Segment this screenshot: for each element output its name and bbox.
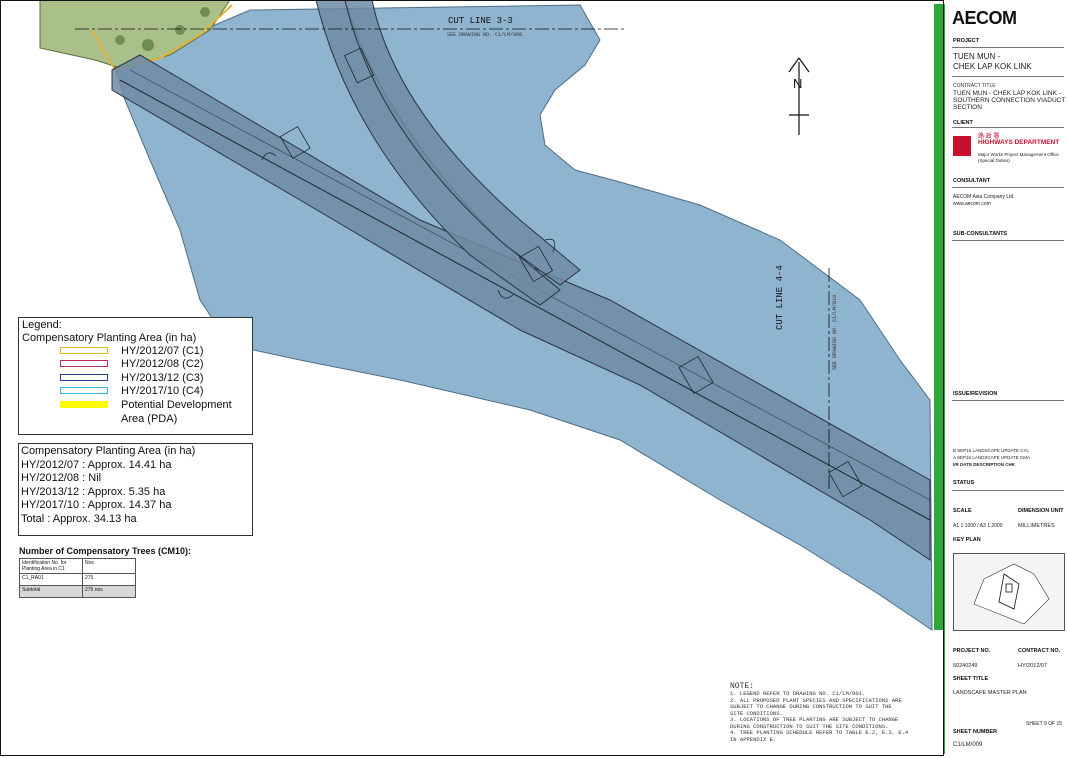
trees-title: Number of Compensatory Trees (CM10): <box>19 546 192 556</box>
title-block-green-bar <box>934 4 943 630</box>
project-no: 60240249 <box>953 663 978 669</box>
legend-item: Potential Development <box>60 399 232 412</box>
aecom-logo: AECOM <box>952 8 1017 28</box>
divider <box>952 127 1064 128</box>
table-cell: 275 <box>82 573 136 586</box>
sheet-title-label: SHEET TITLE <box>953 676 989 682</box>
keyplan-map <box>953 553 1065 631</box>
table-cell: C1_RA01 <box>19 573 83 586</box>
sheet-number-label: SHEET NUMBER <box>953 729 998 735</box>
trees-table: Identification No. for Planting Area in … <box>19 558 136 598</box>
contract-title-1: TUEN MUN - CHEK LAP KOK LINK - <box>953 90 1061 97</box>
area-summary-line: HY/2012/07 : Approx. 14.41 ha <box>21 458 172 471</box>
divider <box>952 240 1064 241</box>
legend-subtitle: Compensatory Planting Area (in ha) <box>22 332 197 344</box>
contract-no: HY/2012/07 <box>1018 663 1048 669</box>
project-label: PROJECT <box>953 38 979 44</box>
consultant-label: CONSULTANT <box>953 178 991 184</box>
area-summary-line: HY/2013/12 : Approx. 5.35 ha <box>21 485 166 498</box>
client-sub2: (Special Duties) <box>978 158 1010 163</box>
project-name-2: CHEK LAP KOK LINK <box>953 62 1032 71</box>
legend-swatch-c4 <box>60 387 108 394</box>
note-line: IN APPENDIX E. <box>730 735 777 743</box>
title-block: AECOM PROJECT TUEN MUN - CHEK LAP KOK LI… <box>948 0 1068 758</box>
status-label: STATUS <box>953 480 975 486</box>
legend-swatch-c2 <box>60 360 108 367</box>
area-summary-title: Compensatory Planting Area (in ha) <box>21 445 196 457</box>
subconsultants-label: SUB-CONSULTANTS <box>953 231 1008 237</box>
legend-item: HY/2017/10 (C4) <box>60 385 204 398</box>
issue-header: I/R DATE DESCRIPTION CHK <box>953 462 1015 467</box>
legend-title: Legend: <box>22 319 62 331</box>
client-label: CLIENT <box>953 120 973 126</box>
area-summary-box: Compensatory Planting Area (in ha) HY/20… <box>18 443 253 536</box>
dimension-value: MILLIMETRES <box>1018 523 1055 529</box>
tree-marker <box>115 35 125 45</box>
tree-marker <box>200 7 210 17</box>
table-cell: Nos <box>82 558 136 574</box>
cut-line-4-ref: SEE DRAWING NO. C1/LM/010 <box>832 294 838 370</box>
table-row: C1_RA01 275 <box>19 573 136 586</box>
sheet-number: C1/LM/009 <box>953 742 983 748</box>
contract-title-label: CONTRACT TITLE <box>953 83 996 89</box>
divider <box>952 187 1064 188</box>
cut-line-3-ref: SEE DRAWING NO. C1/LM/008 <box>447 32 523 38</box>
cut-line-3-label: CUT LINE 3-3 <box>448 16 513 26</box>
north-arrow <box>788 57 810 135</box>
issue-label: ISSUE/REVISION <box>953 391 998 397</box>
cut-line-4-label: CUT LINE 4-4 <box>775 265 785 330</box>
contract-title-3: SECTION <box>953 104 982 111</box>
legend-swatch-pda <box>60 401 108 408</box>
legend-item: HY/2012/07 (C1) <box>60 345 204 358</box>
divider <box>952 47 1064 48</box>
client-sub1: Major Works Project Management Office <box>978 152 1059 157</box>
divider <box>952 490 1064 491</box>
highways-logo <box>953 136 971 156</box>
project-no-label: PROJECT NO. <box>953 648 991 654</box>
area-summary-total: Total : Approx. 34.13 ha <box>21 512 137 525</box>
keyplan-svg <box>973 563 1050 625</box>
north-label: N <box>793 76 803 91</box>
area-summary-line: HY/2017/10 : Approx. 14.37 ha <box>21 499 172 511</box>
scale-label: SCALE <box>953 508 972 514</box>
area-summary-line: HY/2012/08 : Nil <box>21 472 102 484</box>
keyplan-label: KEY PLAN <box>953 537 981 543</box>
tree-marker <box>175 25 185 35</box>
legend-swatch-c3 <box>60 374 108 381</box>
sheet-of: SHEET 9 OF 15 <box>1026 721 1063 727</box>
client-en: HIGHWAYS DEPARTMENT <box>978 139 1060 146</box>
table-cell: Subtotal <box>19 585 83 598</box>
title-block-green-line <box>944 4 945 754</box>
scale-value: A1 1:1000 / A3 1:2000 <box>953 523 1003 529</box>
notes: NOTE: 1. LEGEND REFER TO DRAWING NO. C1/… <box>730 682 908 743</box>
project-name-1: TUEN MUN - <box>953 52 1001 61</box>
legend-swatch-c1 <box>60 347 108 354</box>
consultant-name: AECOM Asia Company Ltd. <box>953 194 1015 200</box>
divider <box>952 400 1064 401</box>
tree-marker <box>142 39 154 51</box>
table-row-subtotal: Subtotal 275 nos <box>19 585 136 598</box>
issue-row: B SEP16 LANDSCAPE UPDATE CYL <box>953 448 1030 453</box>
table-header: Identification No. for Planting Area in … <box>19 558 136 574</box>
consultant-web: www.aecom.com <box>953 201 991 207</box>
contract-no-label: CONTRACT NO. <box>1018 648 1061 654</box>
contract-title-2: SOUTHERN CONNECTION VIADUCT <box>953 97 1066 104</box>
divider <box>952 76 1064 77</box>
issue-row: A SEP16 LANDSCAPE UPDATE CMA <box>953 455 1031 460</box>
legend-item: HY/2013/12 (C3) <box>60 372 204 385</box>
dimension-label: DIMENSION UNIT <box>1018 508 1064 514</box>
table-cell: 275 nos <box>82 585 136 598</box>
table-cell: Identification No. for Planting Area in … <box>19 558 83 574</box>
legend-item: HY/2012/08 (C2) <box>60 358 204 371</box>
sheet-title: LANDSCAPE MASTER PLAN <box>953 690 1027 696</box>
legend-item-cont: Area (PDA) <box>121 413 178 425</box>
